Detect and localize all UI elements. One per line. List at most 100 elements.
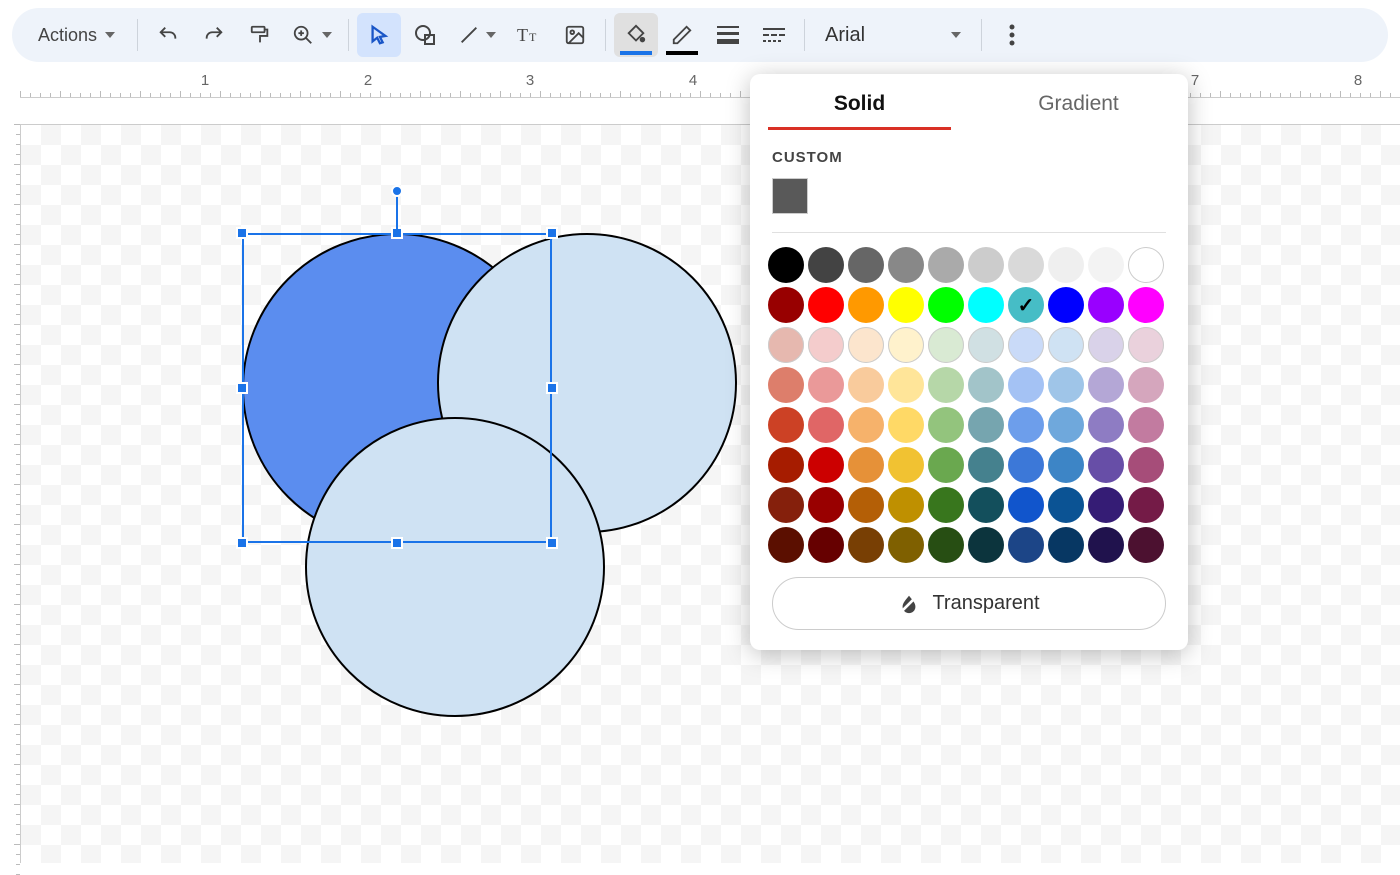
image-tool-button[interactable] xyxy=(553,13,597,57)
selection-handle[interactable] xyxy=(391,537,403,549)
color-swatch[interactable] xyxy=(768,447,804,483)
rotation-handle[interactable] xyxy=(391,185,403,197)
color-swatch[interactable] xyxy=(1048,367,1084,403)
color-swatch[interactable] xyxy=(968,327,1004,363)
border-dash-button[interactable] xyxy=(752,13,796,57)
fill-color-button[interactable] xyxy=(614,13,658,57)
color-swatch[interactable] xyxy=(1088,367,1124,403)
text-tool-button[interactable]: TT xyxy=(507,13,551,57)
gradient-tab[interactable]: Gradient xyxy=(969,74,1188,130)
color-swatch[interactable] xyxy=(808,487,844,523)
color-swatch[interactable] xyxy=(928,527,964,563)
color-swatch[interactable] xyxy=(1088,287,1124,323)
color-swatch[interactable] xyxy=(808,327,844,363)
color-swatch[interactable] xyxy=(888,407,924,443)
color-swatch[interactable] xyxy=(848,487,884,523)
selection-handle[interactable] xyxy=(236,227,248,239)
actions-menu-button[interactable]: Actions xyxy=(24,13,129,57)
color-swatch[interactable] xyxy=(1008,327,1044,363)
color-swatch[interactable] xyxy=(1048,447,1084,483)
paint-format-button[interactable] xyxy=(238,13,282,57)
color-swatch[interactable] xyxy=(1008,487,1044,523)
border-weight-button[interactable] xyxy=(706,13,750,57)
color-swatch[interactable] xyxy=(1128,327,1164,363)
zoom-button[interactable] xyxy=(284,13,340,57)
color-swatch[interactable] xyxy=(888,247,924,283)
selection-handle[interactable] xyxy=(236,537,248,549)
color-swatch[interactable] xyxy=(928,367,964,403)
color-swatch[interactable] xyxy=(1088,527,1124,563)
color-swatch[interactable] xyxy=(888,327,924,363)
font-family-select[interactable]: Arial xyxy=(813,24,973,47)
color-swatch[interactable] xyxy=(888,447,924,483)
color-swatch[interactable] xyxy=(1088,247,1124,283)
redo-button[interactable] xyxy=(192,13,236,57)
border-color-button[interactable] xyxy=(660,13,704,57)
color-swatch[interactable] xyxy=(768,247,804,283)
color-swatch[interactable] xyxy=(1128,487,1164,523)
color-swatch[interactable] xyxy=(848,527,884,563)
color-swatch[interactable] xyxy=(808,287,844,323)
color-swatch[interactable] xyxy=(888,487,924,523)
transparent-button[interactable]: Transparent xyxy=(772,577,1166,630)
color-swatch[interactable] xyxy=(848,247,884,283)
solid-tab[interactable]: Solid xyxy=(750,74,969,130)
color-swatch[interactable] xyxy=(928,487,964,523)
undo-button[interactable] xyxy=(146,13,190,57)
color-swatch[interactable] xyxy=(848,447,884,483)
color-swatch[interactable] xyxy=(928,407,964,443)
color-swatch[interactable] xyxy=(888,527,924,563)
color-swatch[interactable] xyxy=(928,287,964,323)
color-swatch[interactable] xyxy=(928,247,964,283)
more-options-button[interactable] xyxy=(990,13,1034,57)
selection-bounding-box[interactable] xyxy=(242,233,552,543)
color-swatch[interactable] xyxy=(768,527,804,563)
color-swatch[interactable] xyxy=(1008,247,1044,283)
color-swatch[interactable] xyxy=(768,487,804,523)
color-swatch[interactable] xyxy=(1048,407,1084,443)
selection-handle[interactable] xyxy=(236,382,248,394)
color-swatch[interactable] xyxy=(1128,527,1164,563)
shape-tool-button[interactable] xyxy=(403,13,447,57)
color-swatch[interactable] xyxy=(968,527,1004,563)
color-swatch[interactable] xyxy=(768,407,804,443)
color-swatch[interactable] xyxy=(848,367,884,403)
select-tool-button[interactable] xyxy=(357,13,401,57)
color-swatch[interactable] xyxy=(968,487,1004,523)
color-swatch[interactable] xyxy=(928,447,964,483)
color-swatch[interactable] xyxy=(1048,247,1084,283)
selection-handle[interactable] xyxy=(546,227,558,239)
color-swatch[interactable] xyxy=(1128,247,1164,283)
color-swatch[interactable] xyxy=(968,407,1004,443)
selection-handle[interactable] xyxy=(546,537,558,549)
color-swatch[interactable] xyxy=(808,247,844,283)
color-swatch[interactable] xyxy=(968,367,1004,403)
color-swatch[interactable] xyxy=(848,407,884,443)
color-swatch[interactable] xyxy=(768,287,804,323)
color-swatch[interactable] xyxy=(1088,327,1124,363)
color-swatch[interactable] xyxy=(968,287,1004,323)
color-swatch[interactable] xyxy=(968,447,1004,483)
color-swatch[interactable] xyxy=(1008,527,1044,563)
color-swatch[interactable] xyxy=(1048,327,1084,363)
color-swatch[interactable] xyxy=(1088,407,1124,443)
line-tool-button[interactable] xyxy=(449,13,505,57)
color-swatch[interactable] xyxy=(1128,287,1164,323)
color-swatch[interactable] xyxy=(848,327,884,363)
color-swatch[interactable] xyxy=(888,287,924,323)
color-swatch[interactable] xyxy=(808,407,844,443)
color-swatch[interactable] xyxy=(968,247,1004,283)
drawing-canvas[interactable] xyxy=(20,124,1400,863)
color-swatch[interactable]: ✓ xyxy=(1008,287,1044,323)
selection-handle[interactable] xyxy=(546,382,558,394)
color-swatch[interactable] xyxy=(888,367,924,403)
color-swatch[interactable] xyxy=(1128,447,1164,483)
color-swatch[interactable] xyxy=(1088,487,1124,523)
color-swatch[interactable] xyxy=(808,527,844,563)
custom-color-swatch[interactable] xyxy=(772,178,808,214)
color-swatch[interactable] xyxy=(1008,447,1044,483)
color-swatch[interactable] xyxy=(808,447,844,483)
color-swatch[interactable] xyxy=(1128,407,1164,443)
color-swatch[interactable] xyxy=(1048,287,1084,323)
color-swatch[interactable] xyxy=(1008,407,1044,443)
